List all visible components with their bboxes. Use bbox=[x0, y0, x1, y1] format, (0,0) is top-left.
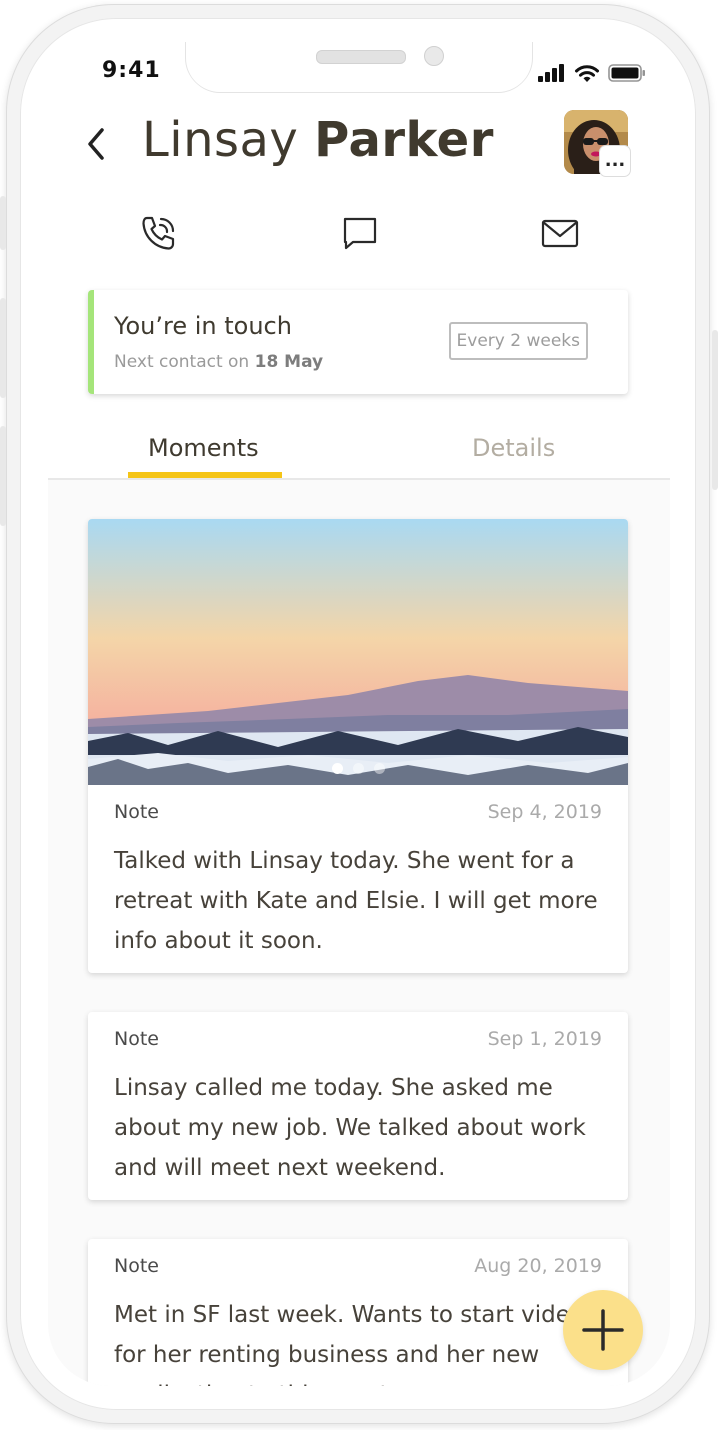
status-icons bbox=[538, 62, 646, 84]
moment-photo[interactable] bbox=[88, 519, 628, 785]
phone-call-icon bbox=[142, 216, 175, 250]
message-icon bbox=[343, 217, 377, 250]
app-screen: 9:41 Linsay Parker ... You’re in touch N… bbox=[48, 42, 670, 1386]
frequency-badge[interactable]: Every 2 weeks bbox=[448, 322, 588, 360]
add-icon bbox=[582, 1309, 624, 1351]
message-button[interactable] bbox=[338, 212, 382, 256]
moment-date: Aug 20, 2019 bbox=[474, 1255, 602, 1277]
signal-icon bbox=[538, 64, 564, 82]
battery-icon bbox=[608, 64, 645, 82]
speaker bbox=[316, 50, 406, 64]
status-time: 9:41 bbox=[102, 58, 161, 83]
moment-text: Linsay called me today. She asked me abo… bbox=[114, 1075, 586, 1181]
moment-text: Talked with Linsay today. She went for a… bbox=[114, 848, 598, 954]
moments-feed[interactable]: Note Sep 4, 2019 Talked with Linsay toda… bbox=[48, 480, 670, 1386]
notch bbox=[186, 42, 532, 92]
wifi-icon bbox=[575, 64, 599, 82]
back-icon[interactable] bbox=[82, 124, 112, 164]
tab-details[interactable]: Details bbox=[472, 434, 555, 462]
pagination-dot[interactable] bbox=[352, 763, 364, 774]
moment-card[interactable]: Note Aug 20, 2019 Met in SF last week. W… bbox=[88, 1239, 628, 1386]
tab-moments[interactable]: Moments bbox=[148, 434, 259, 462]
side-button bbox=[0, 426, 6, 526]
moment-card[interactable]: Note Sep 4, 2019 Talked with Linsay toda… bbox=[88, 519, 628, 973]
photo-pagination bbox=[88, 763, 628, 774]
side-button bbox=[712, 330, 718, 490]
moment-date: Sep 4, 2019 bbox=[487, 801, 602, 823]
moment-text: Met in SF last week. Wants to start vide… bbox=[114, 1302, 596, 1386]
in-touch-card[interactable]: You’re in touch Next contact on 18 May E… bbox=[88, 290, 628, 394]
contact-first-name: Linsay bbox=[142, 112, 299, 168]
moment-type: Note bbox=[114, 1255, 159, 1277]
add-moment-button[interactable] bbox=[563, 1290, 643, 1370]
next-contact: Next contact on 18 May bbox=[114, 352, 323, 372]
side-button bbox=[0, 298, 6, 398]
in-touch-title: You’re in touch bbox=[114, 312, 292, 340]
mail-icon bbox=[541, 219, 579, 248]
moment-type: Note bbox=[114, 1028, 159, 1050]
moment-date: Sep 1, 2019 bbox=[487, 1028, 602, 1050]
mail-button[interactable] bbox=[538, 212, 582, 256]
next-contact-date: 18 May bbox=[254, 352, 324, 372]
moment-type: Note bbox=[114, 801, 159, 823]
contact-name: Linsay Parker bbox=[142, 112, 494, 168]
avatar-more-button[interactable]: ... bbox=[600, 146, 630, 176]
side-button bbox=[0, 196, 6, 250]
moment-card[interactable]: Note Sep 1, 2019 Linsay called me today.… bbox=[88, 1012, 628, 1200]
call-button[interactable] bbox=[136, 212, 180, 256]
contact-last-name: Parker bbox=[314, 112, 494, 168]
in-touch-accent-bar bbox=[88, 290, 94, 394]
front-camera bbox=[424, 46, 444, 66]
pagination-dot[interactable] bbox=[373, 763, 385, 774]
pagination-dot[interactable] bbox=[331, 763, 343, 774]
next-contact-prefix: Next contact on bbox=[114, 352, 250, 372]
